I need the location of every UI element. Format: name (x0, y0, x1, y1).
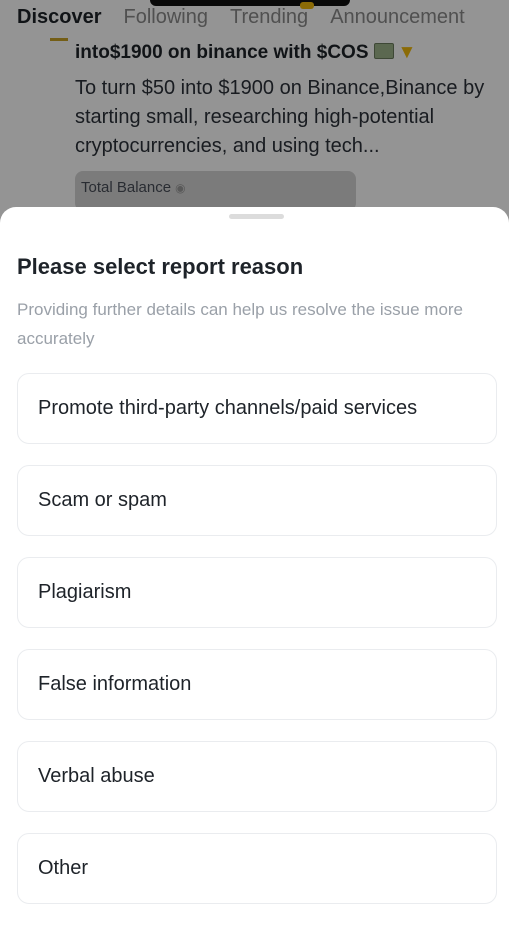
reason-option-other[interactable]: Other (17, 833, 497, 904)
reason-option-plagiarism[interactable]: Plagiarism (17, 557, 497, 628)
reason-option-verbal-abuse[interactable]: Verbal abuse (17, 741, 497, 812)
drag-handle[interactable] (229, 214, 284, 219)
reason-option-false-info[interactable]: False information (17, 649, 497, 720)
reason-label: False information (38, 673, 192, 695)
reason-list: Promote third-party channels/paid servic… (17, 373, 497, 925)
reason-label: Other (38, 857, 89, 879)
reason-label: Scam or spam (38, 489, 167, 511)
modal-overlay[interactable] (0, 0, 509, 240)
sheet-subtitle: Providing further details can help us re… (17, 300, 464, 348)
reason-label: Verbal abuse (38, 765, 155, 787)
reason-label: Plagiarism (38, 581, 132, 603)
reason-option-third-party[interactable]: Promote third-party channels/paid servic… (17, 373, 497, 444)
sheet-title: Please select report reason (17, 254, 304, 279)
report-sheet: Please select report reason Providing fu… (0, 207, 509, 932)
reason-label: Promote third-party channels/paid servic… (38, 397, 418, 419)
reason-option-scam[interactable]: Scam or spam (17, 465, 497, 536)
